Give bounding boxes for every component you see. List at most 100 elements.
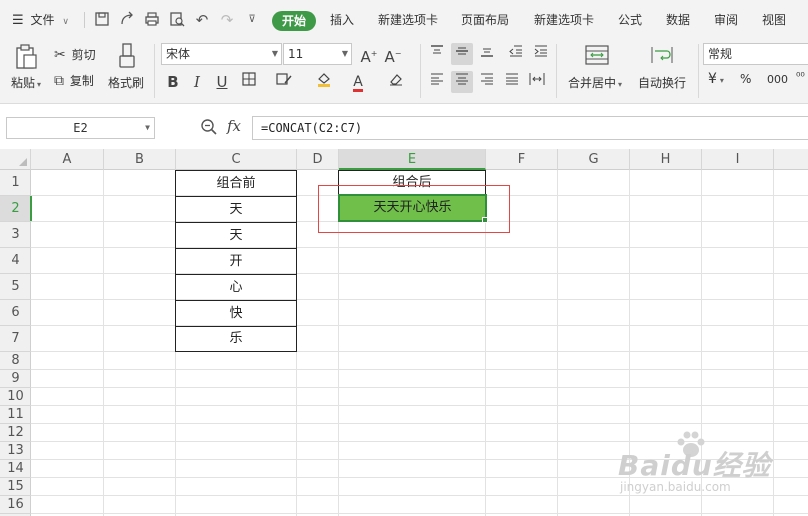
row-header-3[interactable]: 3 <box>0 222 31 248</box>
row-header-4[interactable]: 4 <box>0 248 31 274</box>
select-all-corner[interactable] <box>0 149 31 170</box>
ribbon: 粘贴 ▾ ✂ 剪切 ⧉ 复制 格式刷 宋体 ▼ 11 ▼ A+ A− B I U A <box>0 38 808 104</box>
font-name-select[interactable]: 宋体 ▼ <box>161 43 282 65</box>
distribute-icon[interactable] <box>526 71 548 93</box>
column-header-f[interactable]: F <box>486 149 558 170</box>
tab-insert[interactable]: 插入 <box>330 0 354 38</box>
borders-icon[interactable] <box>238 71 260 93</box>
tab-formula[interactable]: 公式 <box>618 0 642 38</box>
format-painter-icon[interactable] <box>116 43 138 69</box>
customize-toolbar-icon[interactable]: ⊽ <box>243 11 261 29</box>
row-header-12[interactable]: 12 <box>0 424 31 442</box>
cell-c3[interactable]: 天 <box>175 222 297 249</box>
column-header-e[interactable]: E <box>339 149 486 170</box>
file-menu[interactable]: ☰ 文件 ∨ <box>12 0 69 38</box>
cell-c4[interactable]: 开 <box>175 248 297 275</box>
fx-button[interactable]: fx <box>227 117 241 135</box>
cut-button[interactable]: ✂ 剪切 <box>54 46 96 63</box>
number-format-select[interactable]: 常规 <box>703 43 808 65</box>
cell-e2-selected[interactable]: 天天开心快乐 <box>338 194 487 222</box>
row-header-6[interactable]: 6 <box>0 300 31 326</box>
cell-c7[interactable]: 乐 <box>175 326 297 352</box>
merge-center-icon[interactable] <box>585 45 609 67</box>
italic-button[interactable]: I <box>186 71 208 93</box>
cell-c1[interactable]: 组合前 <box>175 170 297 197</box>
column-header-b[interactable]: B <box>104 149 176 170</box>
name-box[interactable]: E2 ▼ <box>6 117 155 139</box>
row-header-1[interactable]: 1 <box>0 170 31 196</box>
font-color-icon[interactable]: A <box>347 71 369 93</box>
ribbon-divider <box>420 44 421 98</box>
zoom-formula-icon[interactable] <box>200 118 218 138</box>
currency-button[interactable]: ¥ ▾ <box>708 71 724 87</box>
fill-color-icon[interactable] <box>313 71 335 93</box>
gridline <box>31 325 808 326</box>
cell-c5[interactable]: 心 <box>175 274 297 301</box>
row-header-7[interactable]: 7 <box>0 326 31 352</box>
row-header-2[interactable]: 2 <box>0 196 32 222</box>
align-left-icon[interactable] <box>426 71 448 93</box>
copy-button[interactable]: ⧉ 复制 <box>54 72 94 89</box>
font-size-select[interactable]: 11 ▼ <box>283 43 352 65</box>
print-preview-icon[interactable] <box>168 11 186 29</box>
increase-font-icon[interactable]: A+ <box>358 43 380 66</box>
column-header-g[interactable]: G <box>558 149 630 170</box>
align-top-icon[interactable] <box>426 43 448 65</box>
thousands-button[interactable]: 000 <box>767 73 788 86</box>
align-middle-icon[interactable] <box>451 43 473 65</box>
decrease-font-icon[interactable]: A− <box>382 43 404 66</box>
row-header-8[interactable]: 8 <box>0 352 31 370</box>
tab-new-2[interactable]: 新建选项卡 <box>534 0 594 38</box>
export-icon[interactable] <box>118 11 136 29</box>
align-right-icon[interactable] <box>476 71 498 93</box>
tab-review[interactable]: 审阅 <box>714 0 738 38</box>
row-header-5[interactable]: 5 <box>0 274 31 300</box>
row-header-16[interactable]: 16 <box>0 496 31 514</box>
row-header-9[interactable]: 9 <box>0 370 31 388</box>
merge-center-button[interactable]: 合并居中 ▾ <box>568 74 622 91</box>
tab-new-1[interactable]: 新建选项卡 <box>378 0 438 38</box>
cell-c2[interactable]: 天 <box>175 196 297 223</box>
percent-button[interactable]: % <box>740 72 751 86</box>
row-header-13[interactable]: 13 <box>0 442 31 460</box>
redo-icon[interactable]: ↷ <box>218 11 236 29</box>
row-header-10[interactable]: 10 <box>0 388 31 406</box>
cell-style-icon[interactable] <box>273 71 295 93</box>
tab-data[interactable]: 数据 <box>666 0 690 38</box>
column-header-i[interactable]: I <box>702 149 774 170</box>
formula-input[interactable]: =CONCAT(C2:C7) <box>252 116 808 140</box>
column-header-c[interactable]: C <box>176 149 297 170</box>
column-header-h[interactable]: H <box>630 149 702 170</box>
save-icon[interactable] <box>93 11 111 29</box>
fill-handle[interactable] <box>482 217 488 223</box>
undo-icon[interactable]: ↶ <box>193 11 211 29</box>
column-header-a[interactable]: A <box>31 149 104 170</box>
row-header-11[interactable]: 11 <box>0 406 31 424</box>
row-header-15[interactable]: 15 <box>0 478 31 496</box>
currency-icon: ¥ <box>708 71 717 87</box>
gridline <box>31 299 808 300</box>
eraser-icon[interactable] <box>385 71 407 93</box>
bold-button[interactable]: B <box>162 71 184 93</box>
thousands-icon: 000 <box>767 73 788 86</box>
paste-button[interactable]: 粘贴 ▾ <box>11 74 41 91</box>
align-bottom-icon[interactable] <box>476 43 498 65</box>
tab-view[interactable]: 视图 <box>762 0 786 38</box>
tab-page-layout[interactable]: 页面布局 <box>461 0 509 38</box>
wrap-text-button[interactable]: 自动换行 <box>638 74 686 91</box>
tab-home[interactable]: 开始 <box>272 11 316 31</box>
indent-increase-icon[interactable] <box>530 43 552 65</box>
wrap-text-icon[interactable] <box>650 45 674 67</box>
indent-decrease-icon[interactable] <box>505 43 527 65</box>
paste-icon[interactable] <box>13 44 39 70</box>
row-header-14[interactable]: 14 <box>0 460 31 478</box>
print-icon[interactable] <box>143 11 161 29</box>
underline-button[interactable]: U <box>211 71 233 93</box>
column-header-d[interactable]: D <box>297 149 339 170</box>
gridline <box>31 369 808 370</box>
increase-decimal-icon[interactable]: ⁰⁰ <box>796 70 805 83</box>
align-center-icon[interactable] <box>451 71 473 93</box>
justify-icon[interactable] <box>501 71 523 93</box>
cell-c6[interactable]: 快 <box>175 300 297 327</box>
format-painter-button[interactable]: 格式刷 <box>108 74 144 91</box>
